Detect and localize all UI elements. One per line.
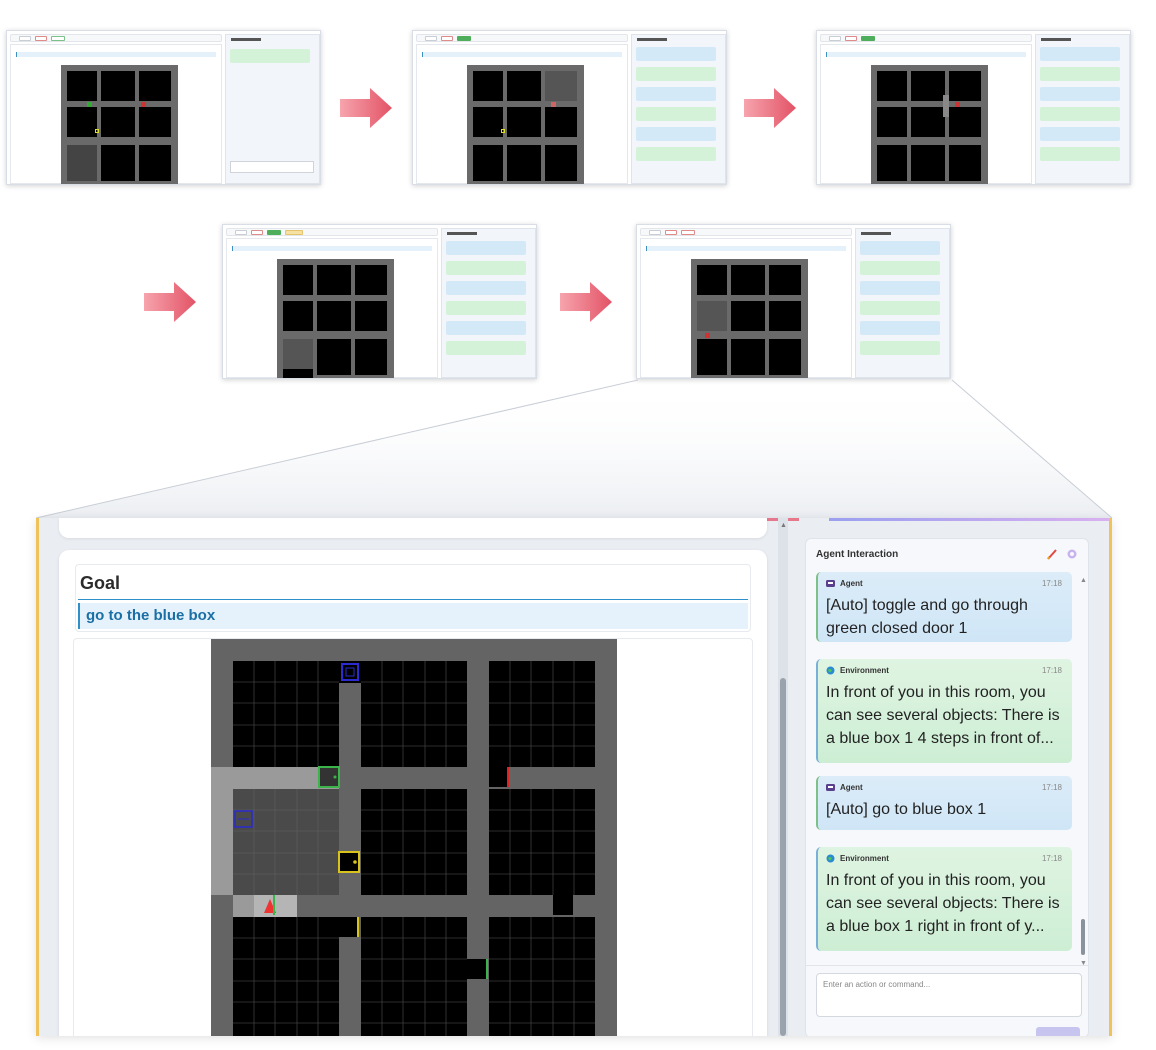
environment-icon xyxy=(826,666,835,675)
command-input[interactable]: Enter an action or command... xyxy=(816,973,1082,1017)
send-button[interactable] xyxy=(1036,1027,1080,1036)
goal-text: go to the blue box xyxy=(78,603,748,629)
goal-title: Goal xyxy=(80,573,121,593)
agent-icon xyxy=(826,784,835,791)
chat-scrollbar[interactable]: ▲ ▼ xyxy=(1080,577,1087,967)
message-time: 17:18 xyxy=(1041,579,1062,588)
message-time: 17:18 xyxy=(1041,783,1062,792)
zoomed-screenshot: Goal go to the blue box ▲ Agent Interact… xyxy=(36,518,1112,1036)
panel-title: Agent Interaction xyxy=(816,549,899,560)
arrow-right-icon xyxy=(144,282,196,322)
message-sender: Environment xyxy=(840,666,889,675)
message-environment: Environment 17:18 In front of you in thi… xyxy=(816,847,1072,951)
figure-root: Goal go to the blue box ▲ Agent Interact… xyxy=(0,0,1156,1050)
agent-icon xyxy=(826,580,835,587)
screenshot-step-2 xyxy=(412,30,727,185)
message-environment: Environment 17:18 In front of you in thi… xyxy=(816,659,1072,763)
screenshot-step-4 xyxy=(222,224,537,379)
message-text: [Auto] toggle and go through green close… xyxy=(826,597,1028,637)
message-agent: Agent 17:18 [Auto] go to blue box 1 xyxy=(816,776,1072,830)
message-time: 17:18 xyxy=(1041,666,1062,675)
arrow-right-icon xyxy=(744,88,796,128)
environment-icon xyxy=(826,854,835,863)
message-sender: Agent xyxy=(840,783,863,792)
main-scrollbar[interactable]: ▲ xyxy=(778,518,788,1036)
toolbar-strip xyxy=(59,518,767,538)
message-agent: Agent 17:18 [Auto] toggle and go through… xyxy=(816,572,1072,642)
arrow-right-icon xyxy=(340,88,392,128)
agent-interaction-panel: Agent Interaction Agent 17:18 [Auto] tog… xyxy=(805,538,1089,1036)
screenshot-step-3 xyxy=(816,30,1131,185)
message-text: In front of you in this room, you can se… xyxy=(826,684,1060,747)
message-text: In front of you in this room, you can se… xyxy=(826,872,1060,935)
goal-section: Goal go to the blue box xyxy=(75,564,751,632)
message-sender: Agent xyxy=(840,579,863,588)
screenshot-step-1 xyxy=(6,30,321,185)
screenshot-step-5 xyxy=(636,224,951,379)
message-sender: Environment xyxy=(840,854,889,863)
message-time: 17:18 xyxy=(1041,854,1062,863)
arrow-right-icon xyxy=(560,282,612,322)
pen-icon[interactable] xyxy=(1046,548,1058,560)
gear-icon[interactable] xyxy=(1066,548,1078,560)
gridworld-canvas[interactable] xyxy=(211,639,617,1036)
message-text: [Auto] go to blue box 1 xyxy=(826,801,987,818)
